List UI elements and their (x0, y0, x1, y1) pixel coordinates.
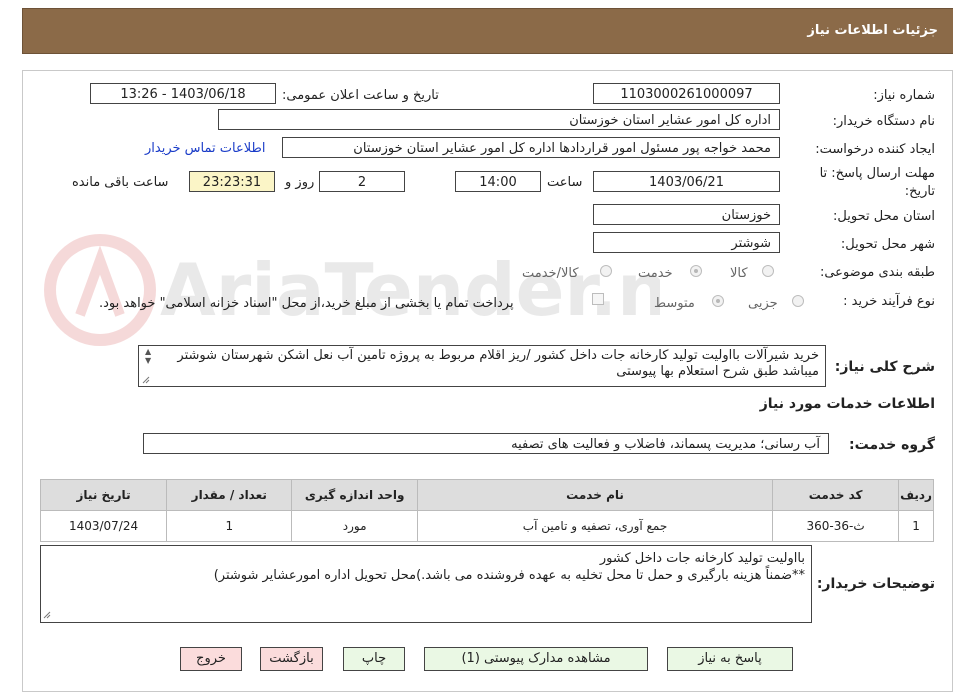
exit-button[interactable]: خروج (180, 647, 242, 671)
category-option-goods-service: کالا/خدمت (522, 266, 579, 281)
services-title: اطلاعات خدمات مورد نیاز (759, 396, 935, 412)
contact-buyer-link[interactable]: اطلاعات تماس خریدار (145, 141, 265, 156)
category-radio-service[interactable] (690, 265, 702, 277)
deadline-label-date: تاریخ: (904, 184, 935, 199)
city-field: شوشتر (593, 232, 780, 253)
category-radio-goods-service[interactable] (600, 265, 612, 277)
cell-date: 1403/07/24 (39, 510, 168, 542)
table-row: 1 ث-36-360 جمع آوری، تصفیه و تامین آب مو… (39, 510, 934, 542)
days-label: روز و (285, 175, 315, 190)
buyer-notes-label: توضیحات خریدار: (816, 576, 935, 592)
table-header-row: ردیف کد خدمت نام خدمت واحد اندازه گیری ت… (39, 479, 934, 511)
category-label: طبقه بندی موضوعی: (819, 265, 935, 280)
cell-name: جمع آوری، تصفیه و تامین آب (416, 510, 774, 542)
resize-handle-icon[interactable] (43, 611, 51, 619)
creator-label: ایجاد کننده درخواست: (815, 142, 935, 157)
remaining-label: ساعت باقی مانده (72, 175, 169, 190)
treasury-payment-checkbox[interactable] (592, 293, 604, 305)
col-unit-header: واحد اندازه گیری (291, 479, 418, 511)
remaining-time-field: 23:23:31 (189, 171, 275, 192)
category-radio-goods[interactable] (762, 265, 774, 277)
category-option-service: خدمت (638, 266, 673, 281)
description-textarea[interactable]: خرید شیرآلات بااولیت تولید کارخانه جات د… (138, 345, 826, 387)
buyer-label: نام دستگاه خریدار: (832, 114, 935, 129)
cell-row: 1 (898, 510, 934, 542)
time-label: ساعت (547, 175, 583, 190)
need-number-label: شماره نیاز: (873, 88, 935, 103)
buyer-field: اداره کل امور عشایر استان خوزستان (218, 109, 780, 130)
province-label: استان محل تحویل: (833, 209, 935, 224)
city-label: شهر محل تحویل: (840, 237, 935, 252)
buyer-notes-line-1: بااولیت تولید کارخانه جات داخل کشور (599, 551, 805, 566)
description-label: شرح کلی نیاز: (834, 359, 935, 375)
deadline-label: مهلت ارسال پاسخ: تا (819, 166, 935, 181)
scroll-up-icon[interactable]: ▲ (145, 347, 151, 356)
back-button[interactable]: بازگشت (260, 647, 323, 671)
treasury-payment-note: پرداخت تمام یا بخشی از مبلغ خرید،از محل … (99, 296, 514, 311)
purchase-radio-minor[interactable] (792, 295, 804, 307)
announce-field: 1403/06/18 - 13:26 (90, 83, 276, 104)
buyer-notes-line-2: **ضمناً هزینه بارگیری و حمل تا محل تخلیه… (213, 568, 805, 583)
col-date-header: تاریخ نیاز (39, 479, 168, 511)
service-group-field: آب رسانی؛ مدیریت پسماند، فاضلاب و فعالیت… (143, 433, 829, 454)
page-header: جزئیات اطلاعات نیاز (22, 8, 953, 54)
cell-code: ث-36-360 (772, 510, 900, 542)
purchase-radio-medium[interactable] (712, 295, 724, 307)
deadline-date-field: 1403/06/21 (593, 171, 780, 192)
resize-handle-icon[interactable] (142, 376, 150, 384)
announce-label: تاریخ و ساعت اعلان عمومی: (282, 88, 439, 103)
col-qty-header: تعداد / مقدار (166, 479, 293, 511)
page-title: جزئیات اطلاعات نیاز (807, 23, 938, 38)
cell-unit: مورد (291, 510, 418, 542)
services-table: ردیف کد خدمت نام خدمت واحد اندازه گیری ت… (39, 479, 934, 542)
province-field: خوزستان (593, 204, 780, 225)
purchase-option-minor: جزیی (748, 296, 778, 311)
print-button[interactable]: چاپ (343, 647, 405, 671)
scroll-down-icon[interactable]: ▼ (145, 356, 151, 365)
description-text: خرید شیرآلات بااولیت تولید کارخانه جات د… (177, 348, 819, 379)
purchase-type-label: نوع فرآیند خرید : (843, 294, 935, 309)
deadline-time-field: 14:00 (455, 171, 541, 192)
category-option-goods: کالا (730, 266, 748, 281)
col-code-header: کد خدمت (772, 479, 900, 511)
cell-qty: 1 (166, 510, 293, 542)
reply-button[interactable]: پاسخ به نیاز (667, 647, 793, 671)
col-row-header: ردیف (898, 479, 934, 511)
col-name-header: نام خدمت (416, 479, 774, 511)
days-field: 2 (319, 171, 405, 192)
creator-field: محمد خواجه پور مسئول امور قراردادها ادار… (282, 137, 780, 158)
view-attachments-button[interactable]: مشاهده مدارک پیوستی (1) (424, 647, 648, 671)
need-number-field: 1103000261000097 (593, 83, 780, 104)
buyer-notes-textarea[interactable]: بااولیت تولید کارخانه جات داخل کشور **ضم… (40, 545, 812, 623)
service-group-label: گروه خدمت: (849, 437, 935, 453)
purchase-option-medium: متوسط (654, 296, 695, 311)
